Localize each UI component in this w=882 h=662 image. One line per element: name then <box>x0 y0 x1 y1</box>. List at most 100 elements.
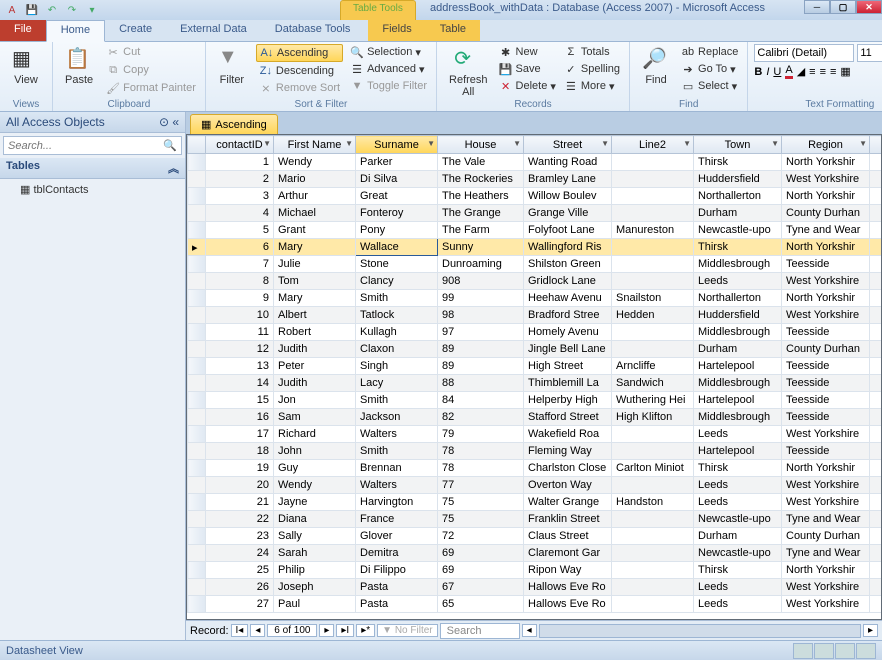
cell[interactable]: 89 <box>438 358 524 375</box>
row-selector[interactable] <box>188 562 206 579</box>
new-button[interactable]: ✱New <box>496 44 559 60</box>
table-row[interactable]: 25PhilipDi Filippo69Ripon WayThirskNorth… <box>188 562 882 579</box>
qat-more-icon[interactable]: ▾ <box>84 2 100 18</box>
cell[interactable]: Middlesbrough <box>694 256 782 273</box>
row-selector[interactable] <box>188 375 206 392</box>
row-selector[interactable] <box>188 341 206 358</box>
table-row[interactable]: 10AlbertTatlock98Bradford StreeHeddenHud… <box>188 307 882 324</box>
cell[interactable]: Claremont Gar <box>524 545 612 562</box>
column-header[interactable]: Surname▼ <box>356 136 438 154</box>
cell[interactable]: Tyne and Wear <box>782 545 870 562</box>
cell[interactable]: 65 <box>438 596 524 613</box>
cell[interactable]: Guy <box>274 460 356 477</box>
close-button[interactable]: ✕ <box>856 0 882 14</box>
table-row[interactable]: 9MarySmith99Heehaw AvenuSnailstonNorthal… <box>188 290 882 307</box>
last-record-button[interactable]: ▸I <box>336 624 354 637</box>
cell[interactable]: Manureston <box>612 222 694 239</box>
row-selector[interactable] <box>188 154 206 171</box>
cell[interactable]: High Street <box>524 358 612 375</box>
cell[interactable]: Paul <box>274 596 356 613</box>
minimize-button[interactable]: ─ <box>804 0 830 14</box>
cell[interactable]: Joseph <box>274 579 356 596</box>
filter-dropdown-icon[interactable]: ▼ <box>601 139 609 148</box>
cell[interactable]: West Yorkshire <box>782 307 870 324</box>
advanced-button[interactable]: ☰Advanced ▾ <box>347 61 430 77</box>
column-header[interactable]: First Name▼ <box>274 136 356 154</box>
cell[interactable]: Newcastle-upo <box>694 545 782 562</box>
row-selector[interactable] <box>188 579 206 596</box>
table-row[interactable]: 12JudithClaxon89Jingle Bell LaneDurhamCo… <box>188 341 882 358</box>
cell[interactable]: 77 <box>438 477 524 494</box>
column-header[interactable]: Town▼ <box>694 136 782 154</box>
cell[interactable]: Pasta <box>356 596 438 613</box>
cell[interactable]: 27 <box>206 596 274 613</box>
cell[interactable]: Jackson <box>356 409 438 426</box>
cell[interactable]: Teesside <box>782 375 870 392</box>
column-header[interactable]: contactID▼ <box>206 136 274 154</box>
cell[interactable]: Homely Avenu <box>524 324 612 341</box>
cell[interactable]: Richard <box>274 426 356 443</box>
cell[interactable]: North Yorkshir <box>782 562 870 579</box>
search-icon[interactable]: 🔍 <box>159 137 181 154</box>
cell[interactable] <box>612 579 694 596</box>
table-row[interactable]: 15JonSmith84Helperby HighWuthering HeiHa… <box>188 392 882 409</box>
row-selector[interactable] <box>188 222 206 239</box>
table-row[interactable]: 22DianaFrance75Franklin StreetNewcastle-… <box>188 511 882 528</box>
table-row[interactable]: 5GrantPonyThe FarmFolyfoot LaneManuresto… <box>188 222 882 239</box>
row-selector[interactable] <box>188 596 206 613</box>
cell[interactable]: Lacy <box>356 375 438 392</box>
cell[interactable]: Willow Boulev <box>524 188 612 205</box>
row-selector[interactable] <box>188 324 206 341</box>
cell[interactable]: Leeds <box>694 273 782 290</box>
row-selector[interactable] <box>188 307 206 324</box>
cell[interactable]: Leeds <box>694 579 782 596</box>
next-record-button[interactable]: ▸ <box>319 624 334 637</box>
row-selector[interactable] <box>188 256 206 273</box>
database-tools-tab[interactable]: Database Tools <box>261 20 365 41</box>
row-selector[interactable] <box>188 528 206 545</box>
paste-button[interactable]: 📋 Paste <box>59 44 99 88</box>
table-row[interactable]: 26JosephPasta67Hallows Eve RoLeedsWest Y… <box>188 579 882 596</box>
table-row[interactable]: 24SarahDemitra69Claremont GarNewcastle-u… <box>188 545 882 562</box>
cell[interactable]: Newcastle-upo <box>694 511 782 528</box>
datasheet[interactable]: contactID▼First Name▼Surname▼House▼Stree… <box>186 134 882 620</box>
cell[interactable]: Teesside <box>782 443 870 460</box>
cell[interactable]: Mary <box>274 239 356 256</box>
cell[interactable]: Handston <box>612 494 694 511</box>
more-button[interactable]: ☰More ▾ <box>561 78 623 94</box>
cell[interactable]: The Rockeries <box>438 171 524 188</box>
row-selector[interactable] <box>188 511 206 528</box>
cell[interactable] <box>612 528 694 545</box>
table-row[interactable]: 11RobertKullagh97Homely AvenuMiddlesbrou… <box>188 324 882 341</box>
cell[interactable]: 908 <box>438 273 524 290</box>
cell[interactable]: Wallingford Ris <box>524 239 612 256</box>
cell[interactable]: Thimblemill La <box>524 375 612 392</box>
table-row[interactable]: 16SamJackson82Stafford StreetHigh Klifto… <box>188 409 882 426</box>
record-position[interactable]: 6 of 100 <box>267 624 317 637</box>
cell[interactable]: The Grange <box>438 205 524 222</box>
cell[interactable] <box>612 154 694 171</box>
view-design-button[interactable] <box>814 643 834 659</box>
cell[interactable]: Tom <box>274 273 356 290</box>
cell[interactable]: Stafford Street <box>524 409 612 426</box>
cell[interactable] <box>612 205 694 222</box>
cell[interactable]: Thirsk <box>694 239 782 256</box>
cell[interactable]: Overton Way <box>524 477 612 494</box>
cell[interactable]: Snailston <box>612 290 694 307</box>
cell[interactable]: Fonteroy <box>356 205 438 222</box>
cell[interactable]: Leeds <box>694 596 782 613</box>
cell[interactable]: 19 <box>206 460 274 477</box>
gridlines-icon[interactable]: ▦ <box>840 65 850 78</box>
cell[interactable] <box>612 545 694 562</box>
cell[interactable] <box>612 511 694 528</box>
cell[interactable]: 97 <box>438 324 524 341</box>
cell[interactable]: The Farm <box>438 222 524 239</box>
hscroll-left[interactable]: ◂ <box>522 624 537 637</box>
cell[interactable]: 1 <box>206 154 274 171</box>
cell[interactable]: 24 <box>206 545 274 562</box>
font-color-button[interactable]: A <box>785 64 792 79</box>
cell[interactable]: County Durhan <box>782 341 870 358</box>
cell[interactable]: Northallerton <box>694 290 782 307</box>
cell[interactable]: 26 <box>206 579 274 596</box>
cell[interactable]: Tyne and Wear <box>782 222 870 239</box>
